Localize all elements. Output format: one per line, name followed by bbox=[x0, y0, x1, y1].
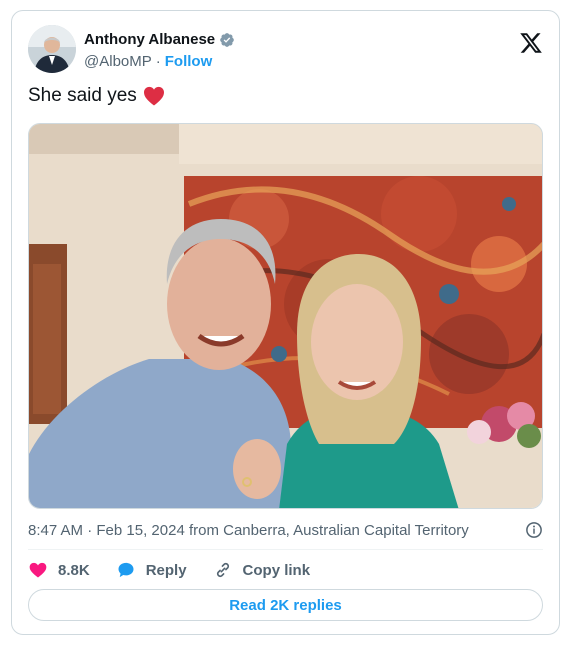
tweet-text: She said yes bbox=[28, 85, 165, 107]
tweet-header: Anthony Albanese @AlboMP · Follow bbox=[28, 25, 543, 77]
read-replies-button[interactable]: Read 2K replies bbox=[28, 589, 543, 621]
verified-badge-icon bbox=[220, 32, 234, 47]
author-handle-row: @AlboMP · Follow bbox=[84, 53, 212, 70]
meta-separator: · bbox=[87, 521, 93, 539]
tweet-location: from Canberra, Australian Capital Territ… bbox=[188, 521, 469, 539]
tweet-photo[interactable] bbox=[28, 123, 543, 509]
tweet-meta: 8:47 AM · Feb 15, 2024 from Canberra, Au… bbox=[28, 519, 543, 541]
author-name-row: Anthony Albanese bbox=[84, 31, 235, 48]
tweet-body: She said yes bbox=[28, 85, 137, 106]
handle-separator: · bbox=[155, 53, 161, 70]
link-icon bbox=[216, 562, 229, 578]
reply-button[interactable]: Reply bbox=[116, 560, 187, 580]
photo-image bbox=[29, 124, 542, 508]
red-heart-emoji-icon bbox=[143, 86, 164, 106]
info-icon[interactable] bbox=[525, 521, 543, 539]
x-logo-icon[interactable] bbox=[519, 31, 543, 55]
author-name[interactable]: Anthony Albanese bbox=[84, 31, 215, 48]
copy-link-label: Copy link bbox=[242, 561, 311, 579]
author-handle[interactable]: @AlboMP bbox=[84, 53, 152, 70]
avatar[interactable] bbox=[28, 25, 76, 73]
heart-icon bbox=[29, 562, 47, 578]
avatar-image bbox=[28, 25, 76, 73]
divider bbox=[28, 549, 543, 550]
reply-bubble-icon bbox=[118, 562, 134, 578]
copy-link-button[interactable]: Copy link bbox=[213, 560, 311, 580]
tweet-date: Feb 15, 2024 bbox=[96, 521, 185, 539]
like-count: 8.8K bbox=[58, 561, 90, 579]
tweet-actions: 8.8K Reply Copy link bbox=[28, 559, 543, 581]
follow-button[interactable]: Follow bbox=[165, 53, 213, 70]
like-button[interactable]: 8.8K bbox=[28, 560, 90, 580]
reply-label: Reply bbox=[145, 561, 187, 579]
tweet-time: 8:47 AM bbox=[28, 521, 84, 539]
timestamp[interactable]: 8:47 AM · Feb 15, 2024 from Canberra, Au… bbox=[28, 522, 469, 539]
tweet-embed-card: Anthony Albanese @AlboMP · Follow She sa… bbox=[11, 10, 560, 635]
